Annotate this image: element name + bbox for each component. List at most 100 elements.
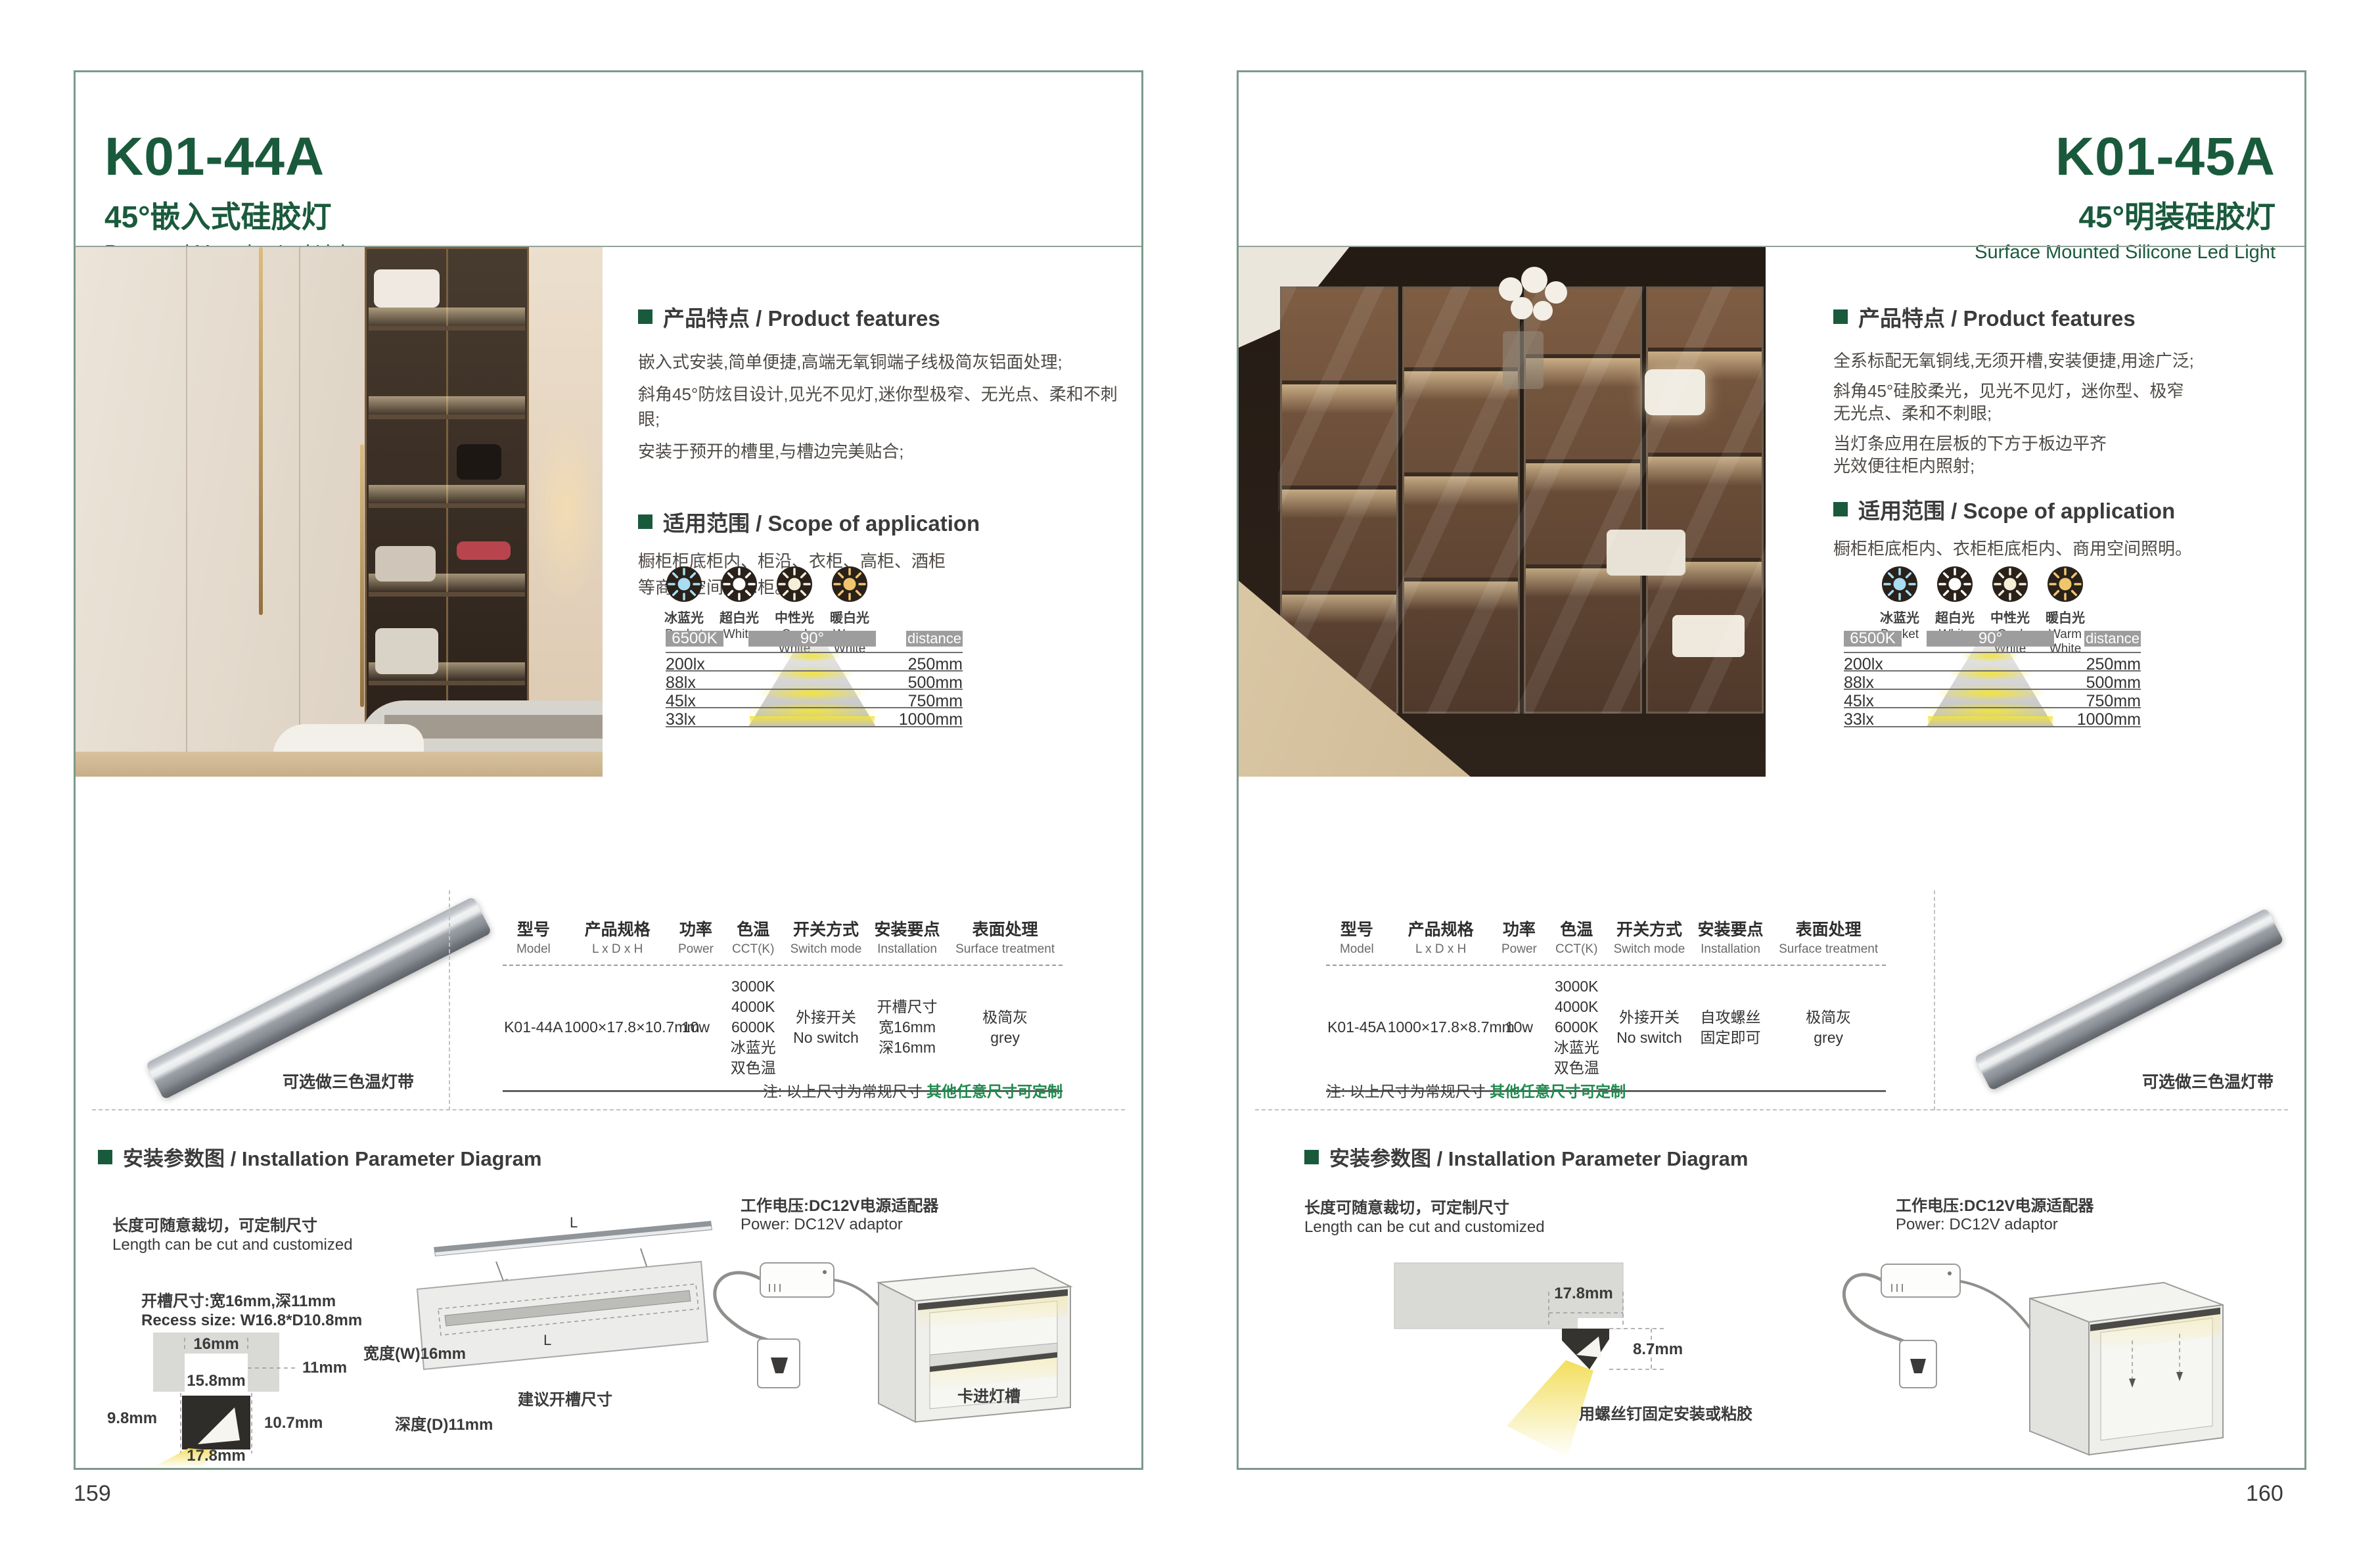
profile-caption: 可选做三色温灯带 — [240, 1069, 457, 1093]
catalog-page-right: K01-45A 45°明装硅胶灯 Surface Mounted Silicon… — [1237, 70, 2306, 1470]
scope-line: 橱柜柜底柜内、衣柜柜底柜内、商用空间照明。 — [1833, 536, 2293, 562]
chart-baseline — [1844, 726, 2141, 727]
lux-row: 200lx250mm — [666, 652, 963, 672]
ice-blue-light-icon — [1882, 566, 1917, 602]
cell-size: 1000×17.8×10.7mm — [564, 1017, 671, 1038]
lux-row: 88lx500mm — [1844, 670, 2141, 690]
dim-9-8mm: 9.8mm — [107, 1409, 157, 1428]
dim-17-8mm: 17.8mm — [177, 1447, 256, 1465]
pillow — [374, 269, 440, 308]
panel-width-label: 宽度(W)16mm — [363, 1340, 466, 1363]
page-title: K01-45A 45°明装硅胶灯 Surface Mounted Silicon… — [1975, 130, 2276, 263]
note-text: 注: 以上尺寸为常规尺寸 — [1326, 1083, 1490, 1100]
lux-row: 88lx500mm — [666, 670, 963, 690]
col-header: 安装要点Installation — [867, 917, 948, 957]
photometric-chart: 6500K 90° distance 200lx250mm 88lx500mm … — [666, 631, 963, 748]
distance-bar: distance — [906, 631, 963, 647]
size-note: 注: 以上尺寸为常规尺寸 其他任意尺寸可定制 — [503, 1079, 1063, 1101]
col-header: 型号Model — [1326, 917, 1388, 957]
col-header: 表面处理Surface treatment — [1771, 917, 1886, 957]
col-header: 表面处理Surface treatment — [948, 917, 1063, 957]
features-section: 产品特点 / Product features 全系标配无氧铜线,无须开槽,安装… — [1833, 301, 2293, 562]
page-number-left: 159 — [74, 1481, 111, 1507]
section-divider — [92, 1109, 1125, 1110]
cell-install: 开槽尺寸 宽16mm 深16mm — [867, 997, 948, 1058]
scope-heading-label: 适用范围 / Scope of application — [1858, 493, 2175, 525]
ice-blue-light-icon — [666, 566, 702, 602]
col-header: 安装要点Installation — [1690, 917, 1772, 957]
dim-11mm: 11mm — [302, 1359, 347, 1377]
installation-diagrams — [1239, 1143, 2304, 1468]
door-seam — [186, 247, 187, 777]
distance-bar: distance — [2084, 631, 2141, 647]
beam-angle-bar: 90° — [748, 631, 876, 647]
scope-heading: 适用范围 / Scope of application — [1833, 493, 2293, 525]
glass-display-cabinet — [365, 247, 529, 777]
col-header: 功率Power — [1494, 917, 1545, 957]
feature-line: 嵌入式安装,简单便捷,高端无氧铜端子线极简灰铝面处理; — [638, 350, 1128, 375]
lux-row: 45lx750mm — [1844, 689, 2141, 708]
floor — [76, 752, 603, 777]
power-adaptor-diagram — [715, 1263, 892, 1388]
catalog-page-left: K01-44A 45°嵌入式硅胶灯 Recessed Mounting Led … — [74, 70, 1143, 1470]
cell-switch: 外接开关 No switch — [785, 1007, 867, 1048]
square-bullet-icon — [638, 309, 652, 324]
cct-label-zh: 超白光 — [1927, 607, 1982, 626]
product-photo — [76, 247, 603, 777]
spec-table-row: K01-45A 1000×17.8×8.7mm 10w 3000K 4000K … — [1326, 966, 1886, 1092]
shelf — [369, 415, 525, 419]
shelf — [369, 503, 525, 508]
cct-label-zh: 超白光 — [712, 607, 767, 626]
col-header: 开关方式Switch mode — [1609, 917, 1690, 957]
power-en: Power: DC12V adaptor — [741, 1216, 903, 1234]
feature-line: 当灯条应用在层板的下方于板边平齐 — [1833, 432, 2293, 455]
cell-install: 自攻螺丝 固定即可 — [1690, 1007, 1772, 1048]
cct-label-zh: 暖白光 — [822, 607, 877, 626]
square-bullet-icon — [1833, 309, 1848, 324]
cell-size: 1000×17.8×8.7mm — [1388, 1017, 1494, 1038]
spec-table-row: K01-44A 1000×17.8×10.7mm 10w 3000K 4000K… — [503, 966, 1063, 1092]
white-light-icon — [1937, 566, 1973, 602]
spec-table: 型号Model 产品规格L x D x H 功率Power 色温CCT(K) 开… — [503, 917, 1063, 1092]
wall-glow — [529, 411, 603, 608]
photometric-chart: 6500K 90° distance 200lx250mm 88lx500mm … — [1844, 631, 2141, 748]
model-code: K01-44A — [104, 130, 357, 184]
cell-switch: 外接开关 No switch — [1609, 1007, 1690, 1048]
feature-line: 全系标配无氧铜线,无须开槽,安装便捷,用途广泛; — [1833, 350, 2293, 372]
feature-line: 安装于预开的槽里,与槽边完美贴合; — [638, 439, 1128, 464]
cct-label-zh: 冰蓝光 — [1872, 607, 1927, 626]
suggest-recess-caption: 建议开槽尺寸 — [490, 1386, 641, 1409]
cool-white-light-icon — [1992, 566, 2028, 602]
spec-table: 型号Model 产品规格L x D x H 功率Power 色温CCT(K) 开… — [1326, 917, 1886, 1092]
note-custom-text: 其他任意尺寸可定制 — [927, 1083, 1063, 1100]
col-header: 色温CCT(K) — [1544, 917, 1609, 957]
feature-lines: 嵌入式安装,简单便捷,高端无氧铜端子线极简灰铝面处理; 斜角45°防炫目设计,见… — [638, 350, 1128, 464]
fix-caption: 用螺丝钉固定安装或粘胶 — [1567, 1401, 1764, 1424]
scope-lines: 橱柜柜底柜内、衣柜柜底柜内、商用空间照明。 — [1833, 536, 2293, 562]
scope-heading: 适用范围 / Scope of application — [638, 506, 1128, 537]
lux-row: 200lx250mm — [1844, 652, 2141, 672]
cell-power: 10w — [671, 1017, 721, 1038]
cct-label-zh: 暖白光 — [2038, 607, 2093, 626]
aluminium-profile-figure — [1965, 920, 2293, 1078]
installation-diagrams — [76, 1143, 1141, 1468]
feature-line: 无光点、柔和不刺眼; — [1833, 402, 2293, 424]
warm-white-light-icon — [2048, 566, 2083, 602]
shelf — [369, 681, 525, 685]
col-header: 产品规格L x D x H — [564, 917, 671, 957]
cct-bar: 6500K — [666, 631, 723, 647]
panel-depth-label: 深度(D)11mm — [395, 1411, 493, 1434]
lux-row: 33lx1000mm — [1844, 707, 2141, 727]
note-text: 注: 以上尺寸为常规尺寸 — [763, 1083, 927, 1100]
folded-clothes — [375, 628, 438, 674]
features-heading-label: 产品特点 / Product features — [663, 301, 940, 332]
model-code: K01-45A — [1975, 130, 2276, 184]
length-l-label: L — [543, 1332, 551, 1349]
dim-16mm: 16mm — [177, 1335, 256, 1354]
vertical-divider — [1934, 890, 1935, 1110]
flower — [1545, 281, 1567, 304]
vase — [1503, 331, 1544, 389]
aluminium-profile — [1974, 908, 2284, 1091]
cell-surface: 极简灰 grey — [1771, 1007, 1886, 1048]
cabinet-diagram — [2030, 1283, 2223, 1455]
